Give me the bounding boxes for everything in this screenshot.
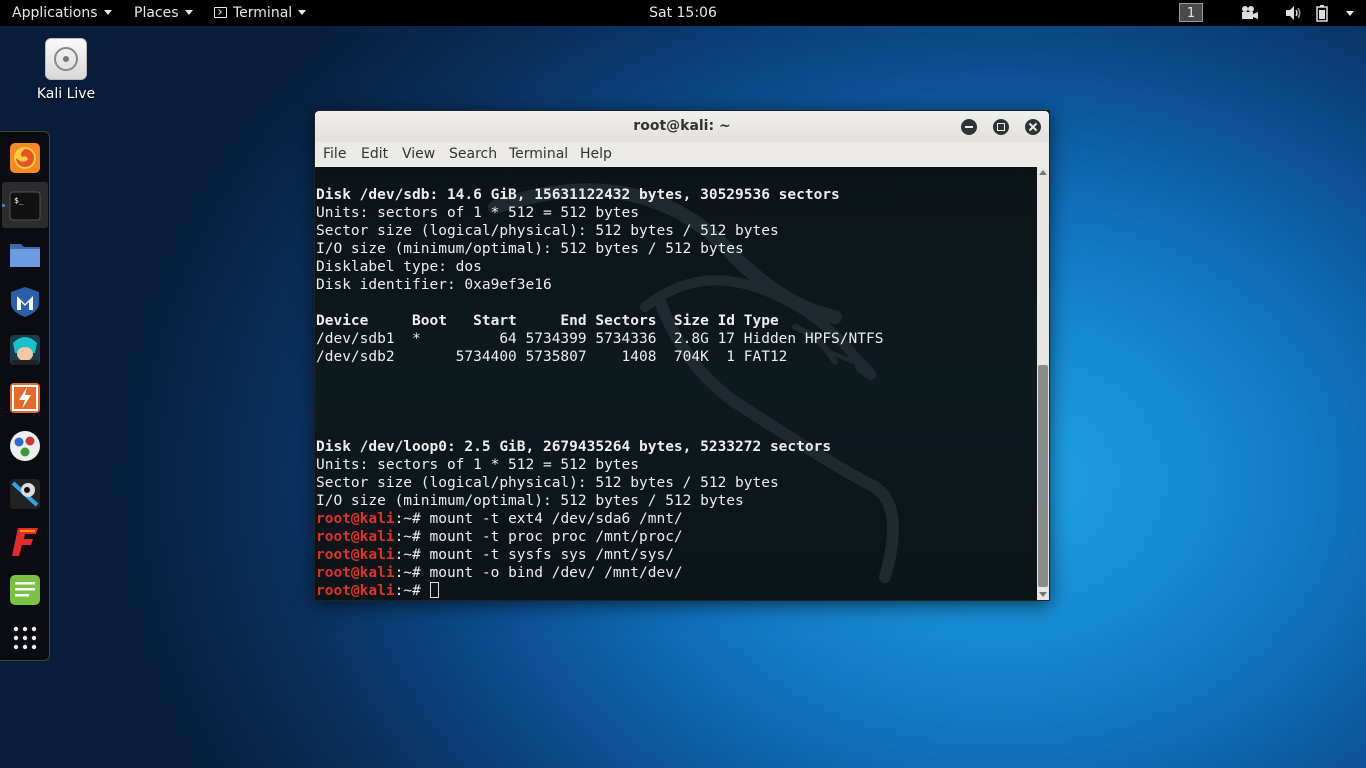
terminal-line: Disk identifier: 0xa9ef3e16 [316, 277, 552, 293]
running-indicator [2, 204, 5, 207]
terminal-line: root@kali:~# mount -t sysfs sys /mnt/sys… [316, 547, 674, 563]
terminal-line: Device Boot Start End Sectors Size Id Ty… [316, 313, 779, 329]
shell-prompt: root@kali [316, 583, 395, 599]
menu-search[interactable]: Search [449, 142, 497, 167]
output-text: Disk /dev/sdb: 14.6 GiB, 15631122432 byt… [316, 187, 840, 203]
terminal-line: root@kali:~# mount -t proc proc /mnt/pro… [316, 529, 683, 545]
prompt-suffix: :~# [394, 547, 430, 563]
output-text: Disk /dev/loop0: 2.5 GiB, 2679435264 byt… [316, 439, 832, 455]
terminal-scrollbar[interactable] [1037, 167, 1049, 600]
video-icon[interactable] [1240, 5, 1259, 21]
output-text: /dev/sdb1 * 64 5734399 5734336 2.8G 17 H… [316, 331, 884, 347]
output-text: Sector size (logical/physical): 512 byte… [316, 223, 779, 239]
shell-prompt: root@kali [316, 511, 395, 527]
clock[interactable]: Sat 15:06 [0, 0, 1366, 26]
workspace-indicator[interactable]: 1 [1179, 3, 1203, 22]
close-button[interactable] [1025, 119, 1041, 135]
beef-icon[interactable] [8, 477, 42, 511]
output-text: Units: sectors of 1 * 512 = 512 bytes [316, 205, 640, 221]
window-titlebar[interactable]: root@kali: ~ [315, 111, 1049, 142]
prompt-suffix: :~# [394, 565, 430, 581]
command-text: mount -t sysfs sys /mnt/sys/ [429, 547, 674, 563]
prompt-suffix: :~# [394, 583, 430, 599]
terminal-line: Disk /dev/sdb: 14.6 GiB, 15631122432 byt… [316, 187, 840, 203]
terminal-line: Units: sectors of 1 * 512 = 512 bytes [316, 457, 639, 473]
terminal-line: I/O size (minimum/optimal): 512 bytes / … [316, 493, 744, 509]
output-text: Device Boot Start End Sectors Size Id Ty… [316, 313, 779, 329]
output-text: Sector size (logical/physical): 512 byte… [316, 475, 779, 491]
scrollbar-thumb[interactable] [1038, 365, 1048, 587]
terminal-line: Disk /dev/loop0: 2.5 GiB, 2679435264 byt… [316, 439, 831, 455]
terminal-line: root@kali:~# mount -o bind /dev/ /mnt/de… [316, 565, 683, 581]
command-text: mount -t ext4 /dev/sda6 /mnt/ [429, 511, 683, 527]
workspace-number: 1 [1186, 6, 1196, 21]
output-text: I/O size (minimum/optimal): 512 bytes / … [316, 493, 744, 509]
svg-text:$_: $_ [14, 196, 24, 205]
minimize-button[interactable] [961, 119, 977, 135]
scroll-up-icon[interactable] [1039, 170, 1047, 175]
menu-view[interactable]: View [402, 142, 435, 167]
shell-prompt: root@kali [316, 529, 395, 545]
desktop-icon-label: Kali Live [36, 86, 96, 102]
burpsuite-icon[interactable] [8, 381, 42, 415]
terminal-line: Units: sectors of 1 * 512 = 512 bytes [316, 205, 639, 221]
output-text: Disklabel type: dos [316, 259, 482, 275]
text-cursor [429, 582, 439, 598]
menu-help[interactable]: Help [580, 142, 612, 167]
command-text: mount -o bind /dev/ /mnt/dev/ [429, 565, 683, 581]
window-title: root@kali: ~ [633, 118, 731, 134]
clock-label: Sat 15:06 [649, 5, 717, 21]
show-apps-icon[interactable] [8, 621, 42, 655]
volume-icon[interactable] [1285, 5, 1303, 21]
terminal-line: root@kali:~# [316, 582, 439, 599]
menu-edit[interactable]: Edit [361, 142, 388, 167]
output-text: /dev/sdb2 5734400 5735807 1408 704K 1 FA… [316, 349, 788, 365]
command-text: mount -t proc proc /mnt/proc/ [429, 529, 683, 545]
terminal-line: Sector size (logical/physical): 512 byte… [316, 223, 779, 239]
shell-prompt: root@kali [316, 565, 395, 581]
drive-icon [45, 38, 87, 80]
terminal-menubar: File Edit View Search Terminal Help [315, 142, 1049, 168]
terminal-window[interactable]: root@kali: ~ File Edit View Search Termi… [314, 110, 1050, 601]
output-text: Units: sectors of 1 * 512 = 512 bytes [316, 457, 640, 473]
power-menu-caret[interactable] [1346, 11, 1354, 16]
terminal-line: Disklabel type: dos [316, 259, 482, 275]
output-text: Disk identifier: 0xa9ef3e16 [316, 277, 552, 293]
terminal-icon[interactable]: $_ [8, 189, 42, 223]
terminal-line: /dev/sdb2 5734400 5735807 1408 704K 1 FA… [316, 349, 787, 365]
terminal-line: Sector size (logical/physical): 512 byte… [316, 475, 779, 491]
dock: $_ [0, 131, 50, 661]
files-icon[interactable] [8, 237, 42, 271]
terminal-line: /dev/sdb1 * 64 5734399 5734336 2.8G 17 H… [316, 331, 883, 347]
maltego-icon[interactable] [8, 429, 42, 463]
shell-prompt: root@kali [316, 547, 395, 563]
terminal-text: Disk /dev/sdb: 14.6 GiB, 15631122432 byt… [316, 186, 883, 600]
leafpad-icon[interactable] [8, 573, 42, 607]
maximize-button[interactable] [993, 119, 1009, 135]
battery-icon[interactable] [1316, 5, 1328, 22]
terminal-line: I/O size (minimum/optimal): 512 bytes / … [316, 241, 744, 257]
firefox-icon[interactable] [8, 141, 42, 175]
menu-terminal[interactable]: Terminal [509, 142, 568, 167]
output-text: I/O size (minimum/optimal): 512 bytes / … [316, 241, 744, 257]
scroll-down-icon[interactable] [1039, 592, 1047, 597]
menu-file[interactable]: File [323, 142, 346, 167]
top-bar: Applications Places Terminal Sat 15:06 1 [0, 0, 1366, 26]
terminal-output[interactable]: Disk /dev/sdb: 14.6 GiB, 15631122432 byt… [315, 167, 1037, 600]
prompt-suffix: :~# [394, 511, 430, 527]
terminal-line: root@kali:~# mount -t ext4 /dev/sda6 /mn… [316, 511, 683, 527]
prompt-suffix: :~# [394, 529, 430, 545]
faraday-icon[interactable] [8, 525, 42, 559]
desktop-icon-kali-live[interactable]: Kali Live [30, 38, 102, 102]
metasploit-icon[interactable] [8, 285, 42, 319]
armitage-icon[interactable] [8, 333, 42, 367]
